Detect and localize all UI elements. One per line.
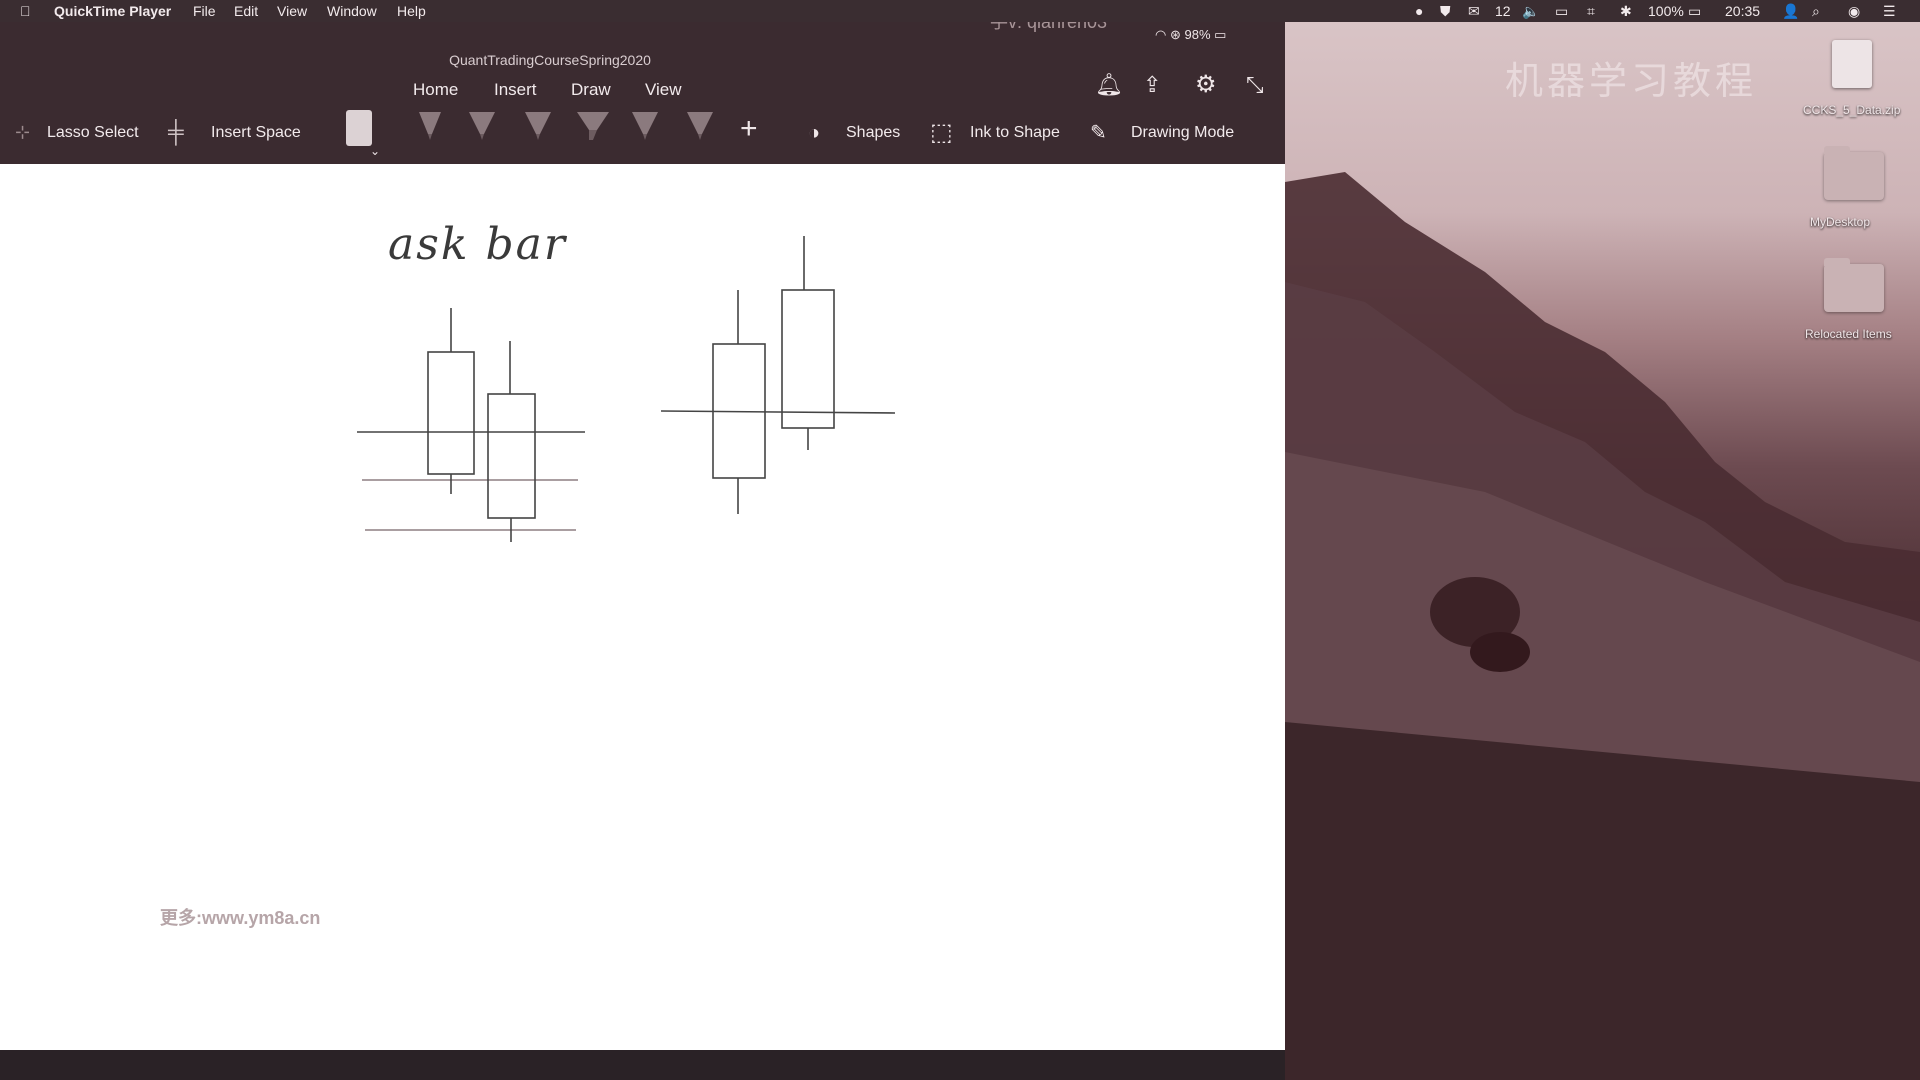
bilibili-overlay-title: 机器学习教程	[1505, 61, 1758, 103]
shapes-icon[interactable]: ◑	[808, 122, 820, 145]
battery-icon[interactable]: ▭	[1688, 3, 1701, 20]
tab-draw[interactable]: Draw	[571, 80, 611, 100]
document-title: QuantTradingCourseSpring2020	[449, 52, 651, 68]
siri-icon[interactable]: ◉	[1848, 3, 1860, 20]
insert-space-button[interactable]: Insert Space	[211, 124, 301, 142]
menu-file[interactable]: File	[193, 3, 216, 19]
ink-candle-body	[781, 289, 835, 429]
folder-icon[interactable]	[1824, 258, 1884, 312]
pen-icon[interactable]	[467, 108, 497, 142]
pen-icon[interactable]	[685, 108, 715, 142]
pen-icon[interactable]	[415, 108, 445, 142]
menu-edit[interactable]: Edit	[234, 3, 258, 19]
tab-insert[interactable]: Insert	[494, 80, 537, 100]
notification-count: 12	[1495, 3, 1511, 19]
share-icon[interactable]: ⇪	[1143, 72, 1161, 98]
folder-icon[interactable]	[1824, 146, 1884, 200]
insert-space-icon[interactable]: ╪	[168, 119, 184, 145]
tab-view[interactable]: View	[645, 80, 682, 100]
drawing-mode-button[interactable]: Drawing Mode	[1131, 124, 1234, 142]
battery-percent: 100%	[1648, 3, 1684, 19]
window-bottom-edge	[0, 1050, 1285, 1080]
menu-app-name[interactable]: QuickTime Player	[54, 3, 171, 19]
bluetooth-icon[interactable]: ✱	[1620, 3, 1632, 20]
pen-icon[interactable]	[523, 108, 553, 142]
device-battery-icon: ▭	[1214, 27, 1227, 42]
spotlight-search-icon[interactable]: ⌕	[1812, 3, 1820, 20]
drawing-mode-icon[interactable]: ✎	[1090, 120, 1107, 145]
pen-icon[interactable]	[630, 108, 660, 142]
input-method-icon[interactable]: ⌗	[1587, 3, 1595, 20]
shapes-button[interactable]: Shapes	[846, 124, 900, 142]
ribbon-toolbar: 一手v: qianren03 ◠ ⊛ 98% ▭ QuantTradingCou…	[0, 22, 1285, 164]
chevron-down-icon[interactable]: ⌄	[370, 144, 380, 158]
volume-icon[interactable]: 🔈	[1522, 3, 1539, 20]
apple-menu-icon[interactable]: 	[20, 3, 31, 19]
device-status: ◠ ⊛ 98% ▭	[1155, 27, 1226, 43]
eraser-icon[interactable]	[346, 110, 372, 146]
bell-icon[interactable]: 🔔︎	[1095, 72, 1123, 98]
device-battery-percent: 98%	[1184, 27, 1211, 42]
ink-to-shape-icon[interactable]: ⬚	[930, 118, 953, 147]
wechat-icon[interactable]: ✉	[1468, 3, 1480, 20]
tab-home[interactable]: Home	[413, 80, 458, 100]
highlighter-icon[interactable]	[575, 108, 611, 142]
lock-rotation-icon: ⊛	[1169, 27, 1181, 42]
lasso-select-button[interactable]: Lasso Select	[47, 124, 139, 142]
ink-candle-body	[427, 351, 475, 475]
shield-icon[interactable]: ⛊	[1440, 3, 1451, 20]
control-center-icon[interactable]: ☰	[1883, 3, 1896, 20]
overlay-contact-text: 一手v: qianren03	[972, 22, 1108, 32]
gear-icon[interactable]: ⚙	[1195, 70, 1217, 99]
add-pen-icon[interactable]: +	[740, 112, 758, 146]
wifi-icon: ◠	[1155, 27, 1167, 42]
desktop-item-relocated[interactable]: Relocated Items	[1805, 327, 1892, 341]
desktop-item-mydesktop[interactable]: MyDesktop	[1810, 215, 1870, 229]
menu-bar:  QuickTime Player File Edit View Window…	[0, 0, 1920, 22]
menu-help[interactable]: Help	[397, 3, 426, 19]
site-watermark: 更多:www.ym8a.cn	[160, 908, 321, 928]
note-canvas[interactable]: ask bar 更多:www.ym8a.cn	[0, 164, 1285, 1050]
onenote-window: 一手v: qianren03 ◠ ⊛ 98% ▭ QuantTradingCou…	[0, 22, 1285, 1050]
menu-view[interactable]: View	[277, 3, 307, 19]
ink-candle-body	[487, 393, 536, 519]
ink-to-shape-button[interactable]: Ink to Shape	[970, 124, 1060, 142]
desktop-item-ccks[interactable]: CCKS_5_Data.zip	[1803, 103, 1900, 117]
collapse-icon[interactable]: ⤡	[1246, 72, 1264, 98]
status-icon-circle[interactable]: ●	[1415, 3, 1423, 19]
lasso-icon[interactable]: ⊹	[15, 122, 30, 143]
ink-line	[660, 410, 896, 414]
zip-file-icon[interactable]	[1832, 40, 1872, 88]
user-icon[interactable]: 👤	[1782, 3, 1799, 20]
airplay-icon[interactable]: ▭	[1555, 3, 1568, 20]
menu-window[interactable]: Window	[327, 3, 377, 19]
clock[interactable]: 20:35	[1725, 3, 1760, 19]
